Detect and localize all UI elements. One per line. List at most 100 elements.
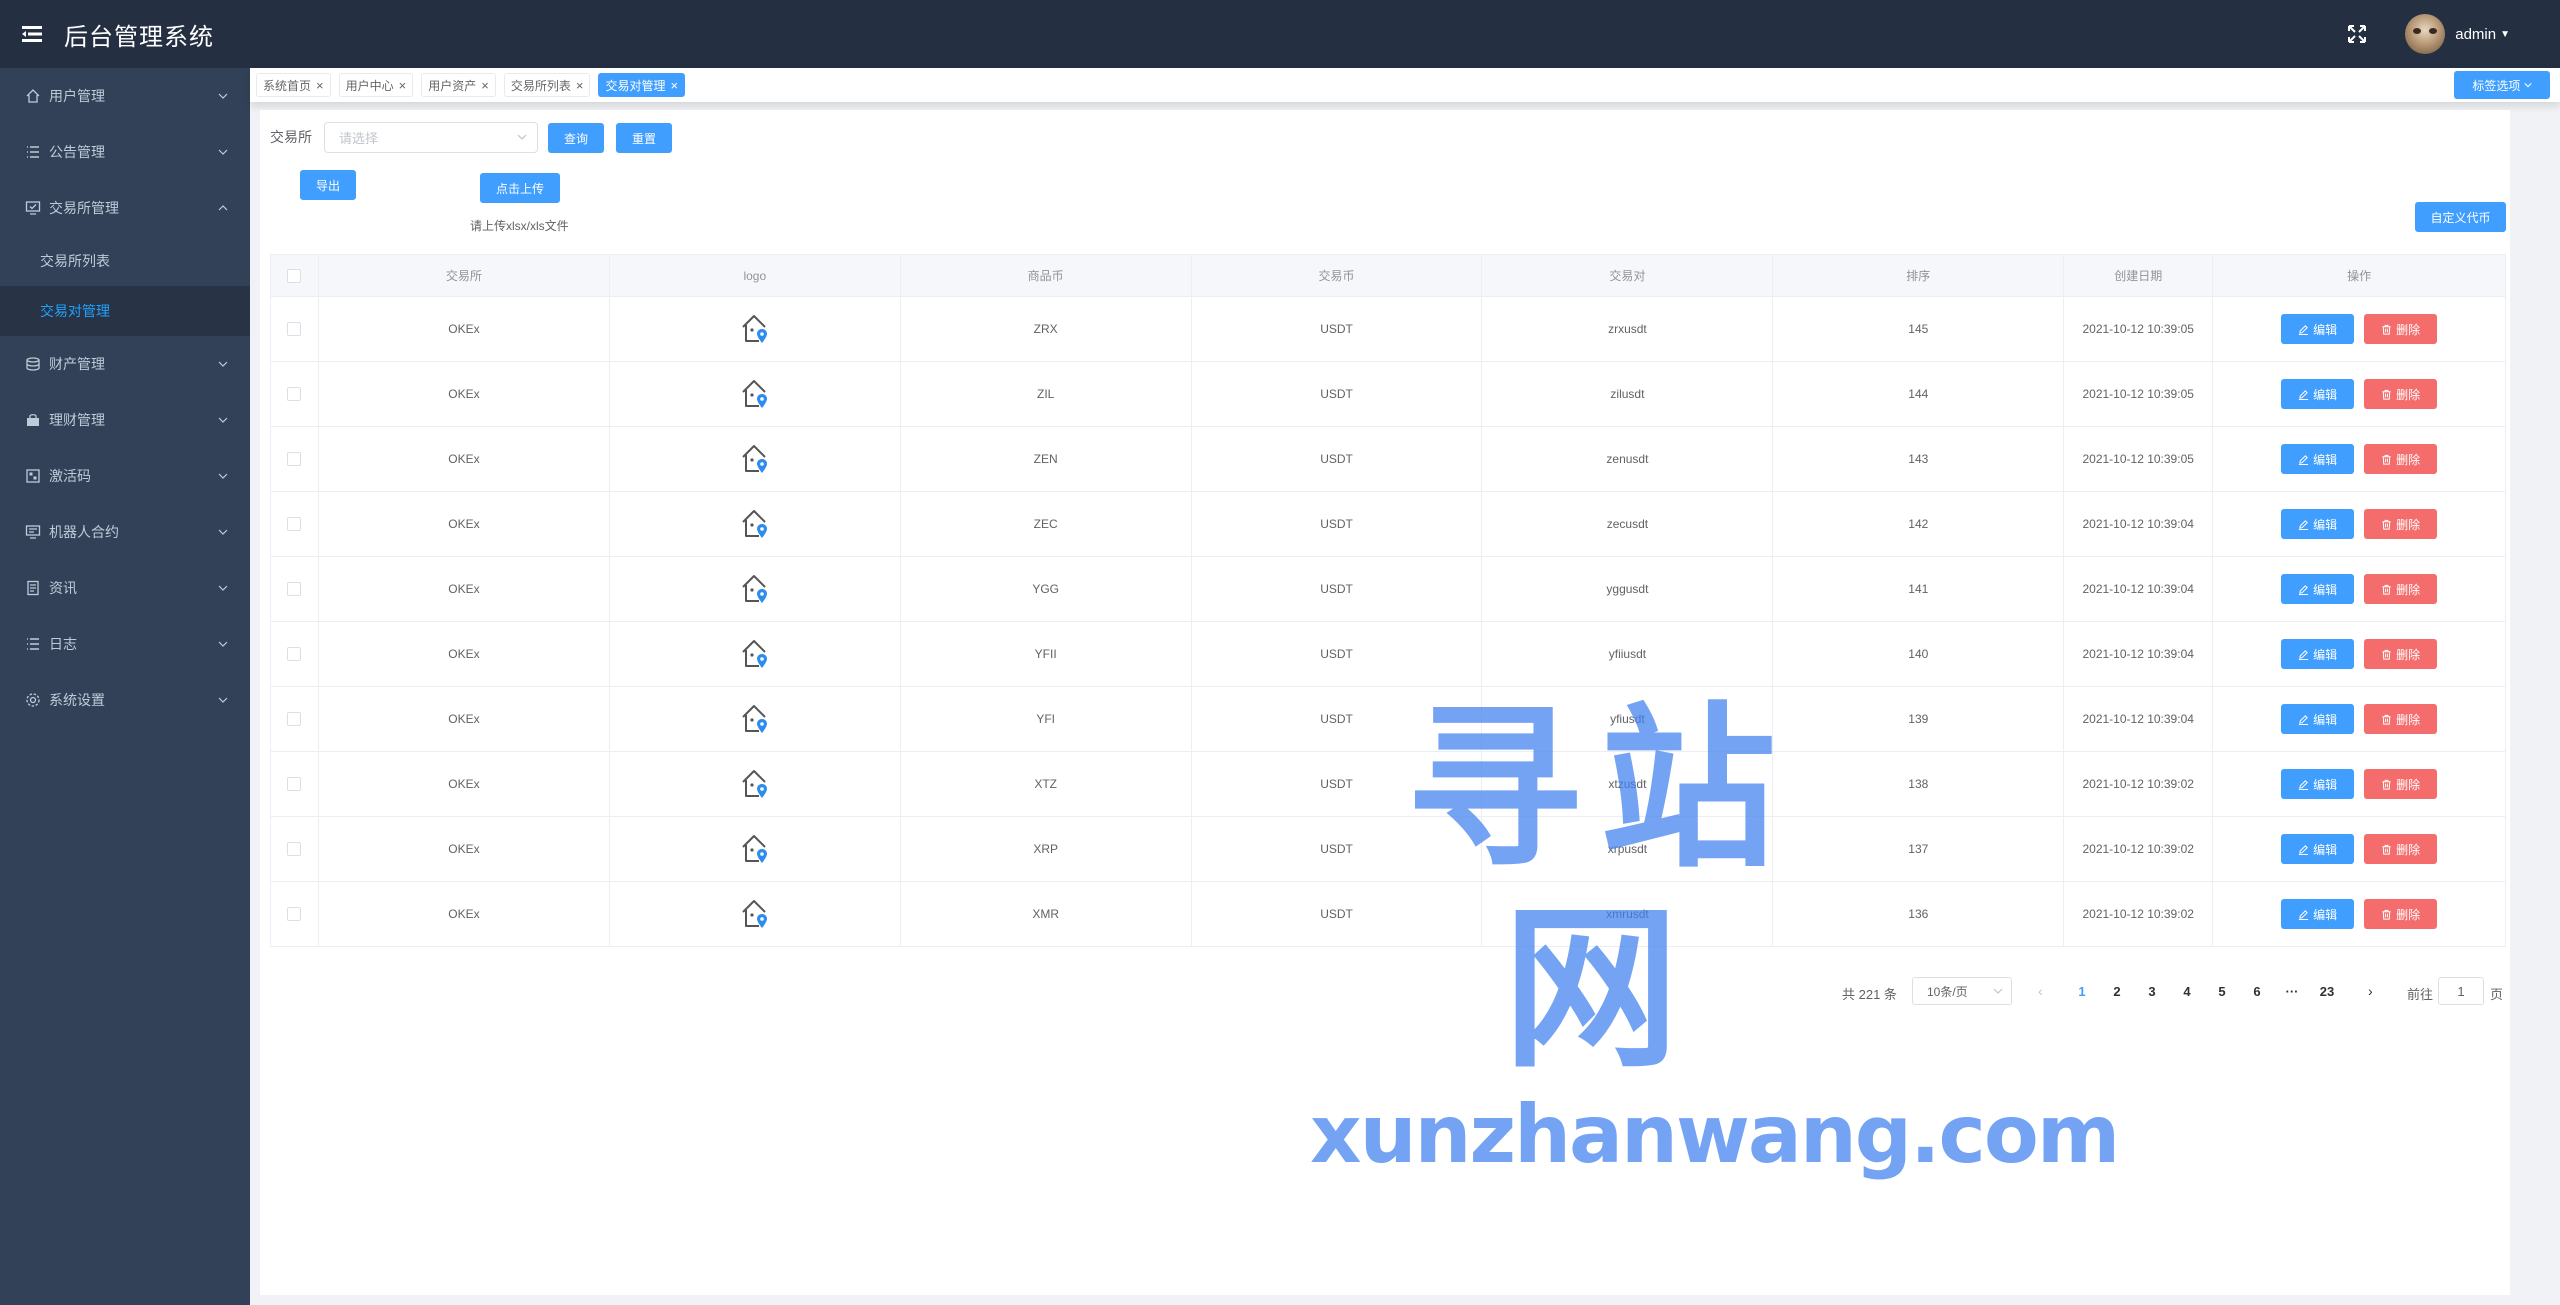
edit-label: 编辑 (2313, 582, 2338, 597)
cell-base-coin: XMR (901, 882, 1192, 946)
edit-button[interactable]: 编辑 (2281, 639, 2355, 669)
edit-button[interactable]: 编辑 (2281, 769, 2355, 799)
delete-button[interactable]: 删除 (2364, 834, 2438, 864)
close-icon[interactable]: × (481, 78, 489, 93)
row-checkbox-cell (271, 492, 319, 556)
tag-label: 交易对管理 (605, 78, 666, 93)
select-all-checkbox[interactable] (287, 268, 302, 283)
edit-button[interactable]: 编辑 (2281, 444, 2355, 474)
page-number[interactable]: 1 (2067, 984, 2097, 999)
prev-page-icon[interactable]: ‹ (2038, 983, 2043, 999)
delete-button[interactable]: 删除 (2364, 769, 2438, 799)
sidebar-item-announcement[interactable]: 公告管理 (0, 124, 250, 180)
delete-button[interactable]: 删除 (2364, 639, 2438, 669)
row-checkbox[interactable] (287, 582, 302, 596)
exchange-select[interactable]: 请选择 (324, 122, 538, 153)
goto-label: 前往 (2407, 987, 2434, 1002)
coin-logo-icon (742, 835, 767, 863)
sidebar-item-finance[interactable]: 理财管理 (0, 392, 250, 448)
row-checkbox[interactable] (287, 387, 302, 401)
tag-options-button[interactable]: 标签选项 (2454, 71, 2550, 99)
sidebar-item-exchange-management[interactable]: 交易所管理 (0, 180, 250, 236)
sidebar-item-label: 资讯 (49, 580, 77, 596)
row-checkbox[interactable] (287, 647, 302, 661)
edit-button[interactable]: 编辑 (2281, 704, 2355, 734)
upload-button[interactable]: 点击上传 (480, 173, 560, 203)
hamburger-icon (22, 26, 42, 42)
edit-button[interactable]: 编辑 (2281, 574, 2355, 604)
close-icon[interactable]: × (576, 78, 584, 93)
cell-pair: xrpusdt (1482, 817, 1774, 881)
coin-logo-icon (742, 575, 767, 603)
reset-button[interactable]: 重置 (616, 123, 672, 153)
row-checkbox[interactable] (287, 777, 302, 791)
row-checkbox[interactable] (287, 842, 302, 856)
username[interactable]: admin (2455, 26, 2496, 43)
delete-button[interactable]: 删除 (2364, 574, 2438, 604)
edit-button[interactable]: 编辑 (2281, 899, 2355, 929)
close-icon[interactable]: × (670, 78, 678, 93)
delete-button[interactable]: 删除 (2364, 509, 2438, 539)
delete-label: 删除 (2396, 322, 2421, 337)
cell-quote-coin: USDT (1192, 622, 1483, 686)
page-size-select[interactable]: 10条/页 (1912, 977, 2012, 1005)
row-checkbox[interactable] (287, 712, 302, 726)
edit-button[interactable]: 编辑 (2281, 314, 2355, 344)
cell-base-coin: YFI (901, 687, 1192, 751)
row-checkbox[interactable] (287, 452, 302, 466)
sidebar: 用户管理 公告管理 交易所管理 交易所列表 交易对管理 财产管理 理财管理 激活… (0, 68, 250, 1305)
export-button[interactable]: 导出 (300, 170, 356, 200)
delete-label: 删除 (2396, 777, 2421, 792)
sidebar-item-property[interactable]: 财产管理 (0, 336, 250, 392)
next-page-icon[interactable]: › (2368, 983, 2373, 999)
sidebar-item-log[interactable]: 日志 (0, 616, 250, 672)
avatar[interactable] (2405, 14, 2446, 54)
goto-page-input[interactable]: 1 (2438, 977, 2484, 1005)
page-number[interactable]: 5 (2207, 984, 2237, 999)
delete-button[interactable]: 删除 (2364, 899, 2438, 929)
row-checkbox[interactable] (287, 322, 302, 336)
sidebar-subitem-pair-management[interactable]: 交易对管理 (0, 286, 250, 336)
cell-actions: 编辑 删除 (2213, 427, 2507, 491)
page-number[interactable]: 6 (2242, 984, 2272, 999)
page-ellipsis[interactable]: ··· (2277, 984, 2307, 999)
sidebar-subitem-exchange-list[interactable]: 交易所列表 (0, 236, 250, 286)
fullscreen-icon[interactable] (2347, 24, 2367, 44)
cell-base-coin: ZEN (901, 427, 1192, 491)
page-number[interactable]: 4 (2172, 984, 2202, 999)
tag-user-center[interactable]: 用户中心 × (338, 73, 414, 97)
edit-button[interactable]: 编辑 (2281, 834, 2355, 864)
custom-coin-button[interactable]: 自定义代币 (2415, 202, 2506, 232)
sidebar-item-robot-contract[interactable]: 机器人合约 (0, 504, 250, 560)
tag-exchange-list[interactable]: 交易所列表 × (503, 73, 591, 97)
delete-label: 删除 (2396, 387, 2421, 402)
page-number[interactable]: 23 (2312, 984, 2342, 999)
row-checkbox[interactable] (287, 517, 302, 531)
coin-logo-icon (742, 770, 767, 798)
horizontal-scrollbar[interactable] (250, 1297, 2560, 1305)
delete-button[interactable]: 删除 (2364, 704, 2438, 734)
tag-home[interactable]: 系统首页 × (256, 73, 331, 97)
collapse-menu-button[interactable] (0, 0, 64, 68)
edit-button[interactable]: 编辑 (2281, 509, 2355, 539)
sidebar-item-user-management[interactable]: 用户管理 (0, 68, 250, 124)
search-button[interactable]: 查询 (548, 123, 604, 153)
cell-actions: 编辑 删除 (2213, 882, 2507, 946)
cell-pair: xtzusdt (1482, 752, 1774, 816)
delete-button[interactable]: 删除 (2364, 444, 2438, 474)
caret-down-icon[interactable]: ▼ (2500, 29, 2510, 40)
page-number[interactable]: 3 (2137, 984, 2167, 999)
close-icon[interactable]: × (399, 78, 407, 93)
edit-icon (2299, 909, 2309, 920)
tag-user-assets[interactable]: 用户资产 × (421, 73, 496, 97)
sidebar-item-system-settings[interactable]: 系统设置 (0, 672, 250, 728)
sidebar-item-news[interactable]: 资讯 (0, 560, 250, 616)
sidebar-item-activation-code[interactable]: 激活码 (0, 448, 250, 504)
page-number[interactable]: 2 (2102, 984, 2132, 999)
delete-button[interactable]: 删除 (2364, 314, 2438, 344)
row-checkbox[interactable] (287, 907, 302, 921)
edit-button[interactable]: 编辑 (2281, 379, 2355, 409)
close-icon[interactable]: × (316, 78, 324, 93)
tag-pair-management[interactable]: 交易对管理 × (598, 73, 686, 97)
delete-button[interactable]: 删除 (2364, 379, 2438, 409)
